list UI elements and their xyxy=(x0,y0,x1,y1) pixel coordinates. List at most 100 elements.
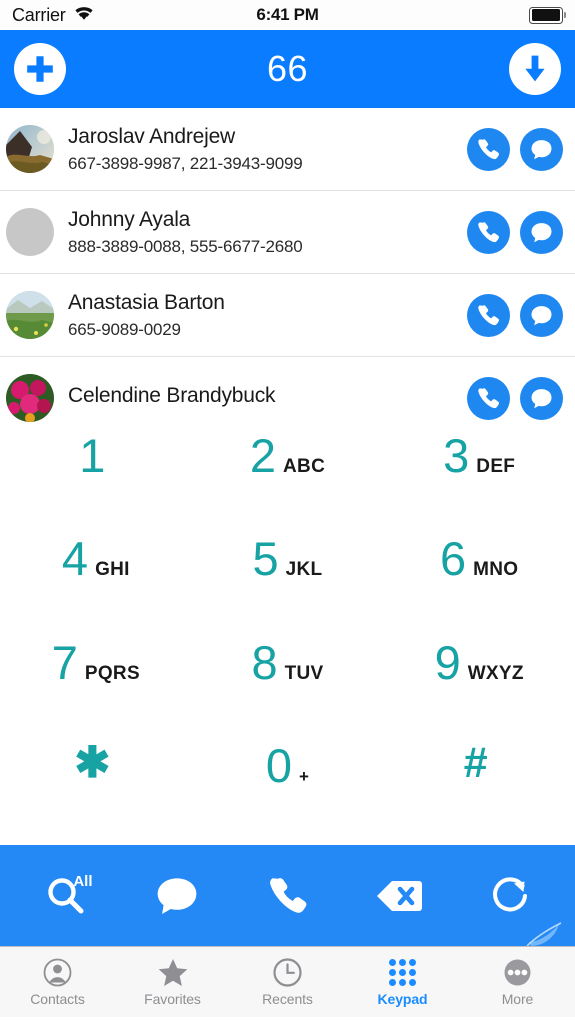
table-row[interactable]: Anastasia Barton 665-9089-0029 xyxy=(0,274,575,357)
keypad-key-star[interactable]: ✱ xyxy=(0,738,192,845)
keypad-key-3[interactable]: 3 DEF xyxy=(383,432,575,535)
table-row[interactable]: Jaroslav Andrejew 667-3898-9987, 221-394… xyxy=(0,108,575,191)
keypad-letters: GHI xyxy=(95,559,130,581)
table-row[interactable]: Celendine Brandybuck xyxy=(0,357,575,424)
keypad-key-hash[interactable]: # xyxy=(383,738,575,845)
keypad-dots-icon xyxy=(389,958,416,988)
toolbar-message-button[interactable] xyxy=(140,865,214,927)
message-button[interactable] xyxy=(520,293,563,337)
search-all-button[interactable]: All xyxy=(29,865,103,927)
action-toolbar: All xyxy=(0,845,575,946)
tab-keypad[interactable]: Keypad xyxy=(345,947,460,1017)
keypad-digit: 2 xyxy=(249,429,277,482)
keypad-key-7[interactable]: 7 PQRS xyxy=(0,639,192,742)
call-button[interactable] xyxy=(467,127,510,171)
tab-label: Recents xyxy=(262,990,313,1007)
download-button[interactable] xyxy=(509,43,561,95)
keypad-digit: 5 xyxy=(252,532,279,586)
message-button[interactable] xyxy=(520,210,563,254)
ellipsis-circle-icon xyxy=(503,958,532,988)
call-button[interactable] xyxy=(467,376,510,420)
bottom-tab-bar: Contacts Favorites Recents Keypad More xyxy=(0,946,575,1017)
toolbar-call-button[interactable] xyxy=(251,865,325,927)
tab-favorites[interactable]: Favorites xyxy=(115,947,230,1017)
contact-actions xyxy=(467,127,563,171)
keypad-row: 7 PQRS 8 TUV 9 WXYZ xyxy=(0,639,575,742)
phone-icon xyxy=(269,877,306,913)
keypad-digit: 8 xyxy=(251,635,278,689)
wifi-icon xyxy=(73,4,95,26)
message-button[interactable] xyxy=(520,376,563,420)
avatar xyxy=(6,208,54,256)
keypad-letters: ABC xyxy=(283,456,326,477)
tab-recents[interactable]: Recents xyxy=(230,947,345,1017)
avatar xyxy=(6,125,54,173)
plus-circle-icon xyxy=(27,56,53,82)
keypad-letters: JKL xyxy=(285,559,323,581)
call-button[interactable] xyxy=(467,293,510,337)
message-button[interactable] xyxy=(520,127,563,171)
contact-info: Celendine Brandybuck xyxy=(68,383,459,413)
keypad-row: 4 GHI 5 JKL 6 MNO xyxy=(0,535,575,638)
keypad-key-4[interactable]: 4 GHI xyxy=(0,535,192,638)
add-contact-button[interactable] xyxy=(14,43,66,95)
keypad-letters: PQRS xyxy=(84,662,140,684)
keypad-key-9[interactable]: 9 WXYZ xyxy=(383,639,575,742)
table-row[interactable]: Johnny Ayala 888-3889-0088, 555-6677-268… xyxy=(0,191,575,274)
message-bubble-icon xyxy=(157,877,196,914)
message-bubble-icon xyxy=(531,222,552,242)
phone-icon xyxy=(478,304,499,325)
search-scope-badge: All xyxy=(73,872,93,890)
status-bar: Carrier 6:41 PM xyxy=(0,0,575,30)
keypad-key-0[interactable]: 0 + xyxy=(192,742,384,845)
keypad-key-5[interactable]: 5 JKL xyxy=(192,535,384,638)
phone-icon xyxy=(478,387,499,408)
phone-icon xyxy=(478,138,499,159)
person-circle-icon xyxy=(43,958,72,988)
keypad-key-1[interactable]: 1 xyxy=(0,432,192,535)
keypad-digit: 7 xyxy=(51,635,78,689)
tab-label: Keypad xyxy=(377,990,428,1007)
refresh-redo-icon xyxy=(492,876,527,911)
tab-label: Favorites xyxy=(144,990,201,1007)
star-icon xyxy=(158,958,188,988)
keypad-digit: 0 xyxy=(265,738,292,792)
battery-full-icon xyxy=(529,6,563,24)
tab-label: Contacts xyxy=(30,990,85,1007)
keypad-digit: # xyxy=(463,738,488,787)
keypad-letters: WXYZ xyxy=(467,662,524,684)
contact-name: Anastasia Barton xyxy=(68,290,225,314)
clock-icon xyxy=(273,958,302,988)
keypad-key-6[interactable]: 6 MNO xyxy=(383,535,575,638)
keypad-digit: 6 xyxy=(439,532,467,586)
keypad-letters: MNO xyxy=(473,559,519,581)
tab-label: More xyxy=(501,990,534,1007)
keypad-digit: ✱ xyxy=(74,738,111,787)
contact-count: 66 xyxy=(266,48,309,89)
contact-phones: 667-3898-9987, 221-3943-9099 xyxy=(68,154,303,174)
keypad-key-2[interactable]: 2 ABC xyxy=(192,432,384,535)
backspace-button[interactable] xyxy=(362,865,436,927)
keypad-row: 1 2 ABC 3 DEF xyxy=(0,432,575,535)
avatar xyxy=(6,291,54,339)
contact-actions xyxy=(467,210,563,254)
tab-contacts[interactable]: Contacts xyxy=(0,947,115,1017)
contact-name: Celendine Brandybuck xyxy=(68,383,276,407)
keypad-key-8[interactable]: 8 TUV xyxy=(192,639,384,742)
refresh-button[interactable] xyxy=(473,865,547,927)
contact-actions xyxy=(467,376,563,420)
keypad-digit: 1 xyxy=(79,429,106,482)
message-bubble-icon xyxy=(531,388,552,408)
message-bubble-icon xyxy=(531,139,552,159)
keypad-letters: TUV xyxy=(284,662,324,684)
tab-more[interactable]: More xyxy=(460,947,575,1017)
app-header: 66 xyxy=(0,30,575,108)
contact-info: Anastasia Barton 665-9089-0029 xyxy=(68,290,459,340)
download-arrow-circle-icon xyxy=(525,55,545,82)
keypad-row: ✱ 0 + # xyxy=(0,738,575,845)
status-bar-right xyxy=(529,6,563,24)
dial-keypad[interactable]: 1 2 ABC 3 DEF 4 GHI 5 JKL 6 MNO 7 PQRS 8… xyxy=(0,424,575,845)
contact-list[interactable]: Jaroslav Andrejew 667-3898-9987, 221-394… xyxy=(0,108,575,424)
contact-phones: 665-9089-0029 xyxy=(68,320,181,340)
call-button[interactable] xyxy=(467,210,510,254)
